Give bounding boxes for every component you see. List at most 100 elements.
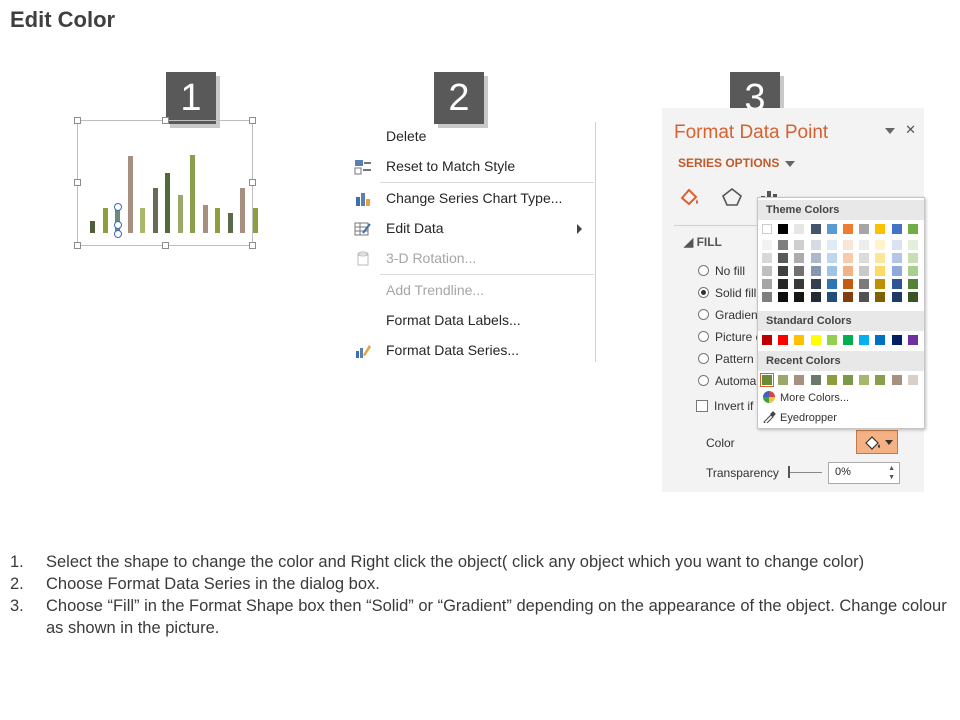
chart-bar[interactable] bbox=[227, 213, 233, 233]
recent-color-swatch[interactable] bbox=[907, 375, 918, 385]
theme-shade-swatch[interactable] bbox=[826, 240, 837, 250]
selection-handle[interactable] bbox=[113, 230, 122, 238]
theme-shade-swatch[interactable] bbox=[826, 292, 837, 302]
recent-color-swatch[interactable] bbox=[826, 375, 837, 385]
theme-color-swatch[interactable] bbox=[875, 224, 886, 234]
standard-color-swatch[interactable] bbox=[810, 335, 821, 345]
standard-color-swatch[interactable] bbox=[843, 335, 853, 345]
radio-button[interactable] bbox=[698, 309, 709, 320]
transparency-slider-handle[interactable] bbox=[788, 466, 790, 478]
theme-shade-swatch[interactable] bbox=[778, 240, 789, 250]
theme-shade-swatch[interactable] bbox=[810, 266, 821, 276]
recent-color-swatch[interactable] bbox=[859, 375, 870, 385]
menu-item-format-data-series[interactable]: Format Data Series... bbox=[346, 336, 594, 366]
effects-tab-icon[interactable] bbox=[720, 186, 744, 208]
close-icon[interactable]: ✕ bbox=[905, 122, 916, 137]
menu-item-reset-style[interactable]: Reset to Match Style bbox=[346, 152, 594, 182]
theme-shade-swatch[interactable] bbox=[794, 253, 805, 263]
radio-button-selected[interactable] bbox=[698, 287, 709, 298]
theme-shade-swatch[interactable] bbox=[843, 253, 853, 263]
theme-color-swatch[interactable] bbox=[810, 224, 821, 234]
theme-shade-swatch[interactable] bbox=[891, 266, 902, 276]
transparency-input[interactable]: 0% ▲ ▼ bbox=[828, 462, 900, 484]
theme-color-swatch[interactable] bbox=[907, 224, 918, 234]
theme-shade-swatch[interactable] bbox=[810, 292, 821, 302]
theme-shade-swatch[interactable] bbox=[859, 253, 870, 263]
theme-color-swatch[interactable] bbox=[891, 224, 902, 234]
theme-color-swatch[interactable] bbox=[826, 224, 837, 234]
selection-handle[interactable] bbox=[113, 221, 122, 229]
standard-color-swatch[interactable] bbox=[762, 335, 772, 345]
standard-color-swatch[interactable] bbox=[826, 335, 837, 345]
picture-fill-option[interactable]: Picture o bbox=[698, 330, 762, 344]
checkbox[interactable] bbox=[696, 400, 708, 412]
theme-shade-swatch[interactable] bbox=[907, 266, 918, 276]
theme-shade-swatch[interactable] bbox=[794, 266, 805, 276]
theme-shade-swatch[interactable] bbox=[843, 266, 853, 276]
theme-shade-swatch[interactable] bbox=[875, 240, 886, 250]
chart-bar[interactable] bbox=[152, 188, 158, 233]
theme-shade-swatch[interactable] bbox=[762, 292, 772, 302]
no-fill-option[interactable]: No fill bbox=[698, 264, 745, 278]
theme-color-swatch[interactable] bbox=[778, 224, 789, 234]
chart-bar[interactable] bbox=[177, 195, 183, 233]
selected-chart[interactable] bbox=[74, 117, 258, 249]
chart-bar[interactable] bbox=[252, 208, 258, 233]
theme-shade-swatch[interactable] bbox=[891, 292, 902, 302]
resize-handle[interactable] bbox=[162, 242, 169, 249]
eyedropper-link[interactable]: Eyedropper bbox=[762, 411, 837, 424]
standard-color-swatch[interactable] bbox=[794, 335, 805, 345]
theme-shade-swatch[interactable] bbox=[794, 240, 805, 250]
radio-button[interactable] bbox=[698, 375, 709, 386]
resize-handle[interactable] bbox=[249, 117, 256, 124]
theme-shade-swatch[interactable] bbox=[859, 266, 870, 276]
recent-color-swatch[interactable] bbox=[875, 375, 886, 385]
theme-color-swatch[interactable] bbox=[859, 224, 870, 234]
fill-line-tab-icon[interactable] bbox=[678, 186, 702, 208]
resize-handle[interactable] bbox=[74, 179, 81, 186]
theme-color-swatch[interactable] bbox=[794, 224, 805, 234]
theme-shade-swatch[interactable] bbox=[810, 240, 821, 250]
theme-shade-swatch[interactable] bbox=[810, 279, 821, 289]
theme-shade-swatch[interactable] bbox=[859, 240, 870, 250]
resize-handle[interactable] bbox=[249, 179, 256, 186]
menu-item-delete[interactable]: Delete bbox=[346, 122, 594, 152]
recent-color-swatch[interactable] bbox=[778, 375, 789, 385]
chart-bar[interactable] bbox=[165, 173, 170, 233]
standard-color-swatch[interactable] bbox=[907, 335, 918, 345]
theme-color-swatch[interactable] bbox=[843, 224, 853, 234]
radio-button[interactable] bbox=[698, 265, 709, 276]
chart-bar[interactable] bbox=[127, 156, 133, 233]
pane-options-icon[interactable] bbox=[885, 127, 896, 134]
resize-handle[interactable] bbox=[74, 242, 81, 249]
standard-color-swatch[interactable] bbox=[875, 335, 886, 345]
radio-button[interactable] bbox=[698, 353, 709, 364]
chart-bar[interactable] bbox=[102, 208, 108, 233]
theme-shade-swatch[interactable] bbox=[810, 253, 821, 263]
theme-shade-swatch[interactable] bbox=[794, 292, 805, 302]
automatic-fill-option[interactable]: Automa bbox=[698, 374, 756, 388]
theme-shade-swatch[interactable] bbox=[826, 253, 837, 263]
menu-item-format-data-labels[interactable]: Format Data Labels... bbox=[346, 306, 594, 336]
theme-color-swatch[interactable] bbox=[762, 224, 772, 234]
radio-button[interactable] bbox=[698, 331, 709, 342]
solid-fill-option[interactable]: Solid fill bbox=[698, 286, 756, 300]
spinner-icon[interactable]: ▲ ▼ bbox=[888, 464, 895, 482]
standard-color-swatch[interactable] bbox=[891, 335, 902, 345]
standard-color-swatch[interactable] bbox=[859, 335, 870, 345]
theme-shade-swatch[interactable] bbox=[891, 279, 902, 289]
theme-shade-swatch[interactable] bbox=[907, 253, 918, 263]
color-picker-button[interactable] bbox=[856, 430, 898, 454]
theme-shade-swatch[interactable] bbox=[875, 253, 886, 263]
theme-shade-swatch[interactable] bbox=[778, 279, 789, 289]
menu-item-change-chart-type[interactable]: Change Series Chart Type... bbox=[346, 184, 594, 214]
theme-shade-swatch[interactable] bbox=[843, 279, 853, 289]
theme-shade-swatch[interactable] bbox=[843, 240, 853, 250]
theme-shade-swatch[interactable] bbox=[826, 266, 837, 276]
theme-shade-swatch[interactable] bbox=[875, 292, 886, 302]
theme-shade-swatch[interactable] bbox=[875, 266, 886, 276]
recent-color-swatch[interactable] bbox=[810, 375, 821, 385]
recent-color-swatch[interactable] bbox=[891, 375, 902, 385]
theme-shade-swatch[interactable] bbox=[907, 292, 918, 302]
selection-handle[interactable] bbox=[113, 203, 122, 211]
